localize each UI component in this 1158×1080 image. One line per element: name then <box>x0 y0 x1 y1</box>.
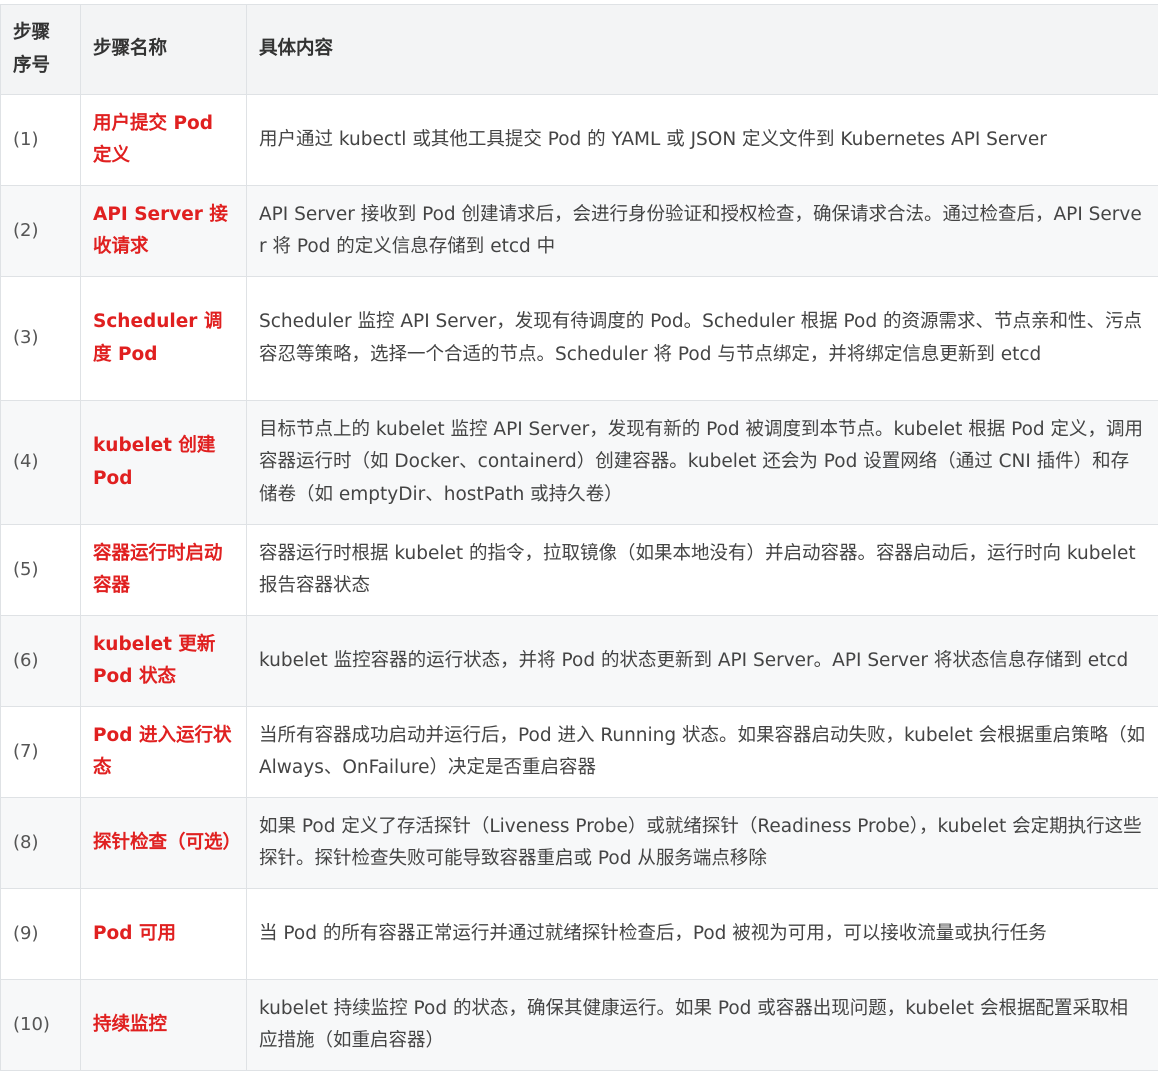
step-desc: kubelet 监控容器的运行状态，并将 Pod 的状态更新到 API Serv… <box>246 615 1158 707</box>
step-desc: 容器运行时根据 kubelet 的指令，拉取镜像（如果本地没有）并启动容器。容器… <box>246 524 1158 616</box>
table-row: (8) 探针检查（可选） 如果 Pod 定义了存活探针（Liveness Pro… <box>0 797 1158 889</box>
step-no: (7) <box>0 706 81 798</box>
step-desc: Scheduler 监控 API Server，发现有待调度的 Pod。Sche… <box>246 276 1158 401</box>
step-desc: 如果 Pod 定义了存活探针（Liveness Probe）或就绪探针（Read… <box>246 797 1158 889</box>
step-no: (10) <box>0 979 81 1071</box>
table-row: (9) Pod 可用 当 Pod 的所有容器正常运行并通过就绪探针检查后，Pod… <box>0 888 1158 980</box>
step-name: kubelet 更新 Pod 状态 <box>80 615 247 707</box>
step-name: API Server 接收请求 <box>80 185 247 277</box>
step-name: Scheduler 调度 Pod <box>80 276 247 401</box>
step-no: (5) <box>0 524 81 616</box>
step-no: (3) <box>0 276 81 401</box>
step-name: 探针检查（可选） <box>80 797 247 889</box>
step-no: (4) <box>0 400 81 525</box>
table-row: (10) 持续监控 kubelet 持续监控 Pod 的状态，确保其健康运行。如… <box>0 979 1158 1071</box>
table-row: (7) Pod 进入运行状态 当所有容器成功启动并运行后，Pod 进入 Runn… <box>0 706 1158 798</box>
table-header-row: 步骤序号 步骤名称 具体内容 <box>0 4 1158 95</box>
table-row: (1) 用户提交 Pod 定义 用户通过 kubectl 或其他工具提交 Pod… <box>0 94 1158 186</box>
table-row: (3) Scheduler 调度 Pod Scheduler 监控 API Se… <box>0 276 1158 401</box>
step-no: (2) <box>0 185 81 277</box>
step-desc: 当所有容器成功启动并运行后，Pod 进入 Running 状态。如果容器启动失败… <box>246 706 1158 798</box>
step-name: Pod 可用 <box>80 888 247 980</box>
step-no: (1) <box>0 94 81 186</box>
step-name: 持续监控 <box>80 979 247 1071</box>
step-desc: kubelet 持续监控 Pod 的状态，确保其健康运行。如果 Pod 或容器出… <box>246 979 1158 1071</box>
steps-table: 步骤序号 步骤名称 具体内容 (1) 用户提交 Pod 定义 用户通过 kube… <box>0 4 1158 1071</box>
header-step-no: 步骤序号 <box>0 4 81 95</box>
steps-table-container: 步骤序号 步骤名称 具体内容 (1) 用户提交 Pod 定义 用户通过 kube… <box>0 4 1158 1071</box>
step-no: (9) <box>0 888 81 980</box>
table-row: (4) kubelet 创建 Pod 目标节点上的 kubelet 监控 API… <box>0 400 1158 525</box>
step-no: (8) <box>0 797 81 889</box>
step-desc: 目标节点上的 kubelet 监控 API Server，发现有新的 Pod 被… <box>246 400 1158 525</box>
header-step-content: 具体内容 <box>246 4 1158 95</box>
step-name: 容器运行时启动容器 <box>80 524 247 616</box>
step-desc: 用户通过 kubectl 或其他工具提交 Pod 的 YAML 或 JSON 定… <box>246 94 1158 186</box>
step-desc: API Server 接收到 Pod 创建请求后，会进行身份验证和授权检查，确保… <box>246 185 1158 277</box>
table-row: (6) kubelet 更新 Pod 状态 kubelet 监控容器的运行状态，… <box>0 615 1158 707</box>
table-row: (2) API Server 接收请求 API Server 接收到 Pod 创… <box>0 185 1158 277</box>
step-name: 用户提交 Pod 定义 <box>80 94 247 186</box>
step-desc: 当 Pod 的所有容器正常运行并通过就绪探针检查后，Pod 被视为可用，可以接收… <box>246 888 1158 980</box>
step-no: (6) <box>0 615 81 707</box>
header-step-name: 步骤名称 <box>80 4 247 95</box>
step-name: kubelet 创建 Pod <box>80 400 247 525</box>
step-name: Pod 进入运行状态 <box>80 706 247 798</box>
table-row: (5) 容器运行时启动容器 容器运行时根据 kubelet 的指令，拉取镜像（如… <box>0 524 1158 616</box>
